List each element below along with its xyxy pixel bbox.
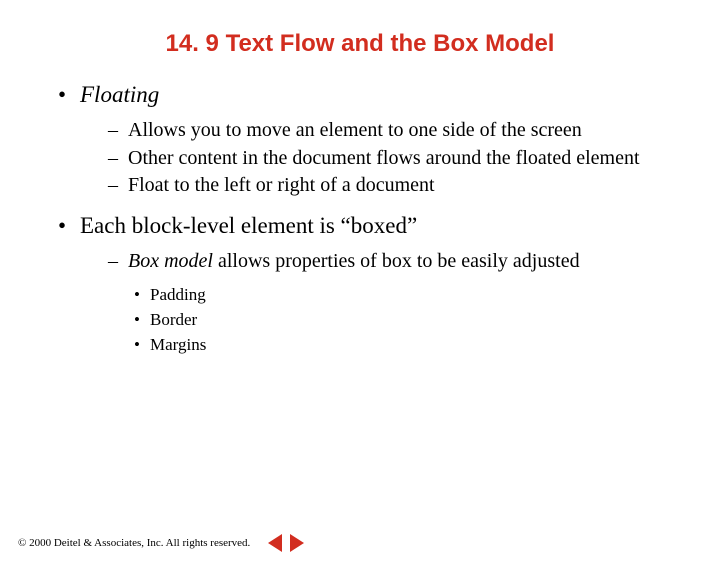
footer: © 2000 Deitel & Associates, Inc. All rig…	[18, 534, 304, 552]
bullet-boxed: Each block-level element is “boxed”	[52, 213, 680, 239]
box-model-desc: allows properties of box to be easily ad…	[213, 250, 580, 272]
nav-arrows	[268, 534, 304, 552]
copyright-text: © 2000 Deitel & Associates, Inc. All rig…	[18, 537, 250, 549]
sub-item-boxmodel: Box model allows properties of box to be…	[80, 249, 680, 275]
page-title: 14. 9 Text Flow and the Box Model	[0, 30, 720, 58]
prev-arrow-icon[interactable]	[268, 534, 282, 552]
sub-item: Allows you to move an element to one sid…	[80, 118, 680, 144]
sub-sub-item: Margins	[80, 334, 680, 357]
bullet-floating: Floating	[52, 82, 680, 108]
next-arrow-icon[interactable]	[290, 534, 304, 552]
sub-sub-item: Padding	[80, 284, 680, 307]
sub-item: Other content in the document flows arou…	[80, 146, 680, 172]
sub-item: Float to the left or right of a document	[80, 173, 680, 199]
slide-body: Floating Allows you to move an element t…	[0, 82, 720, 357]
sub-sub-item: Border	[80, 309, 680, 332]
box-model-term: Box model	[128, 250, 213, 272]
